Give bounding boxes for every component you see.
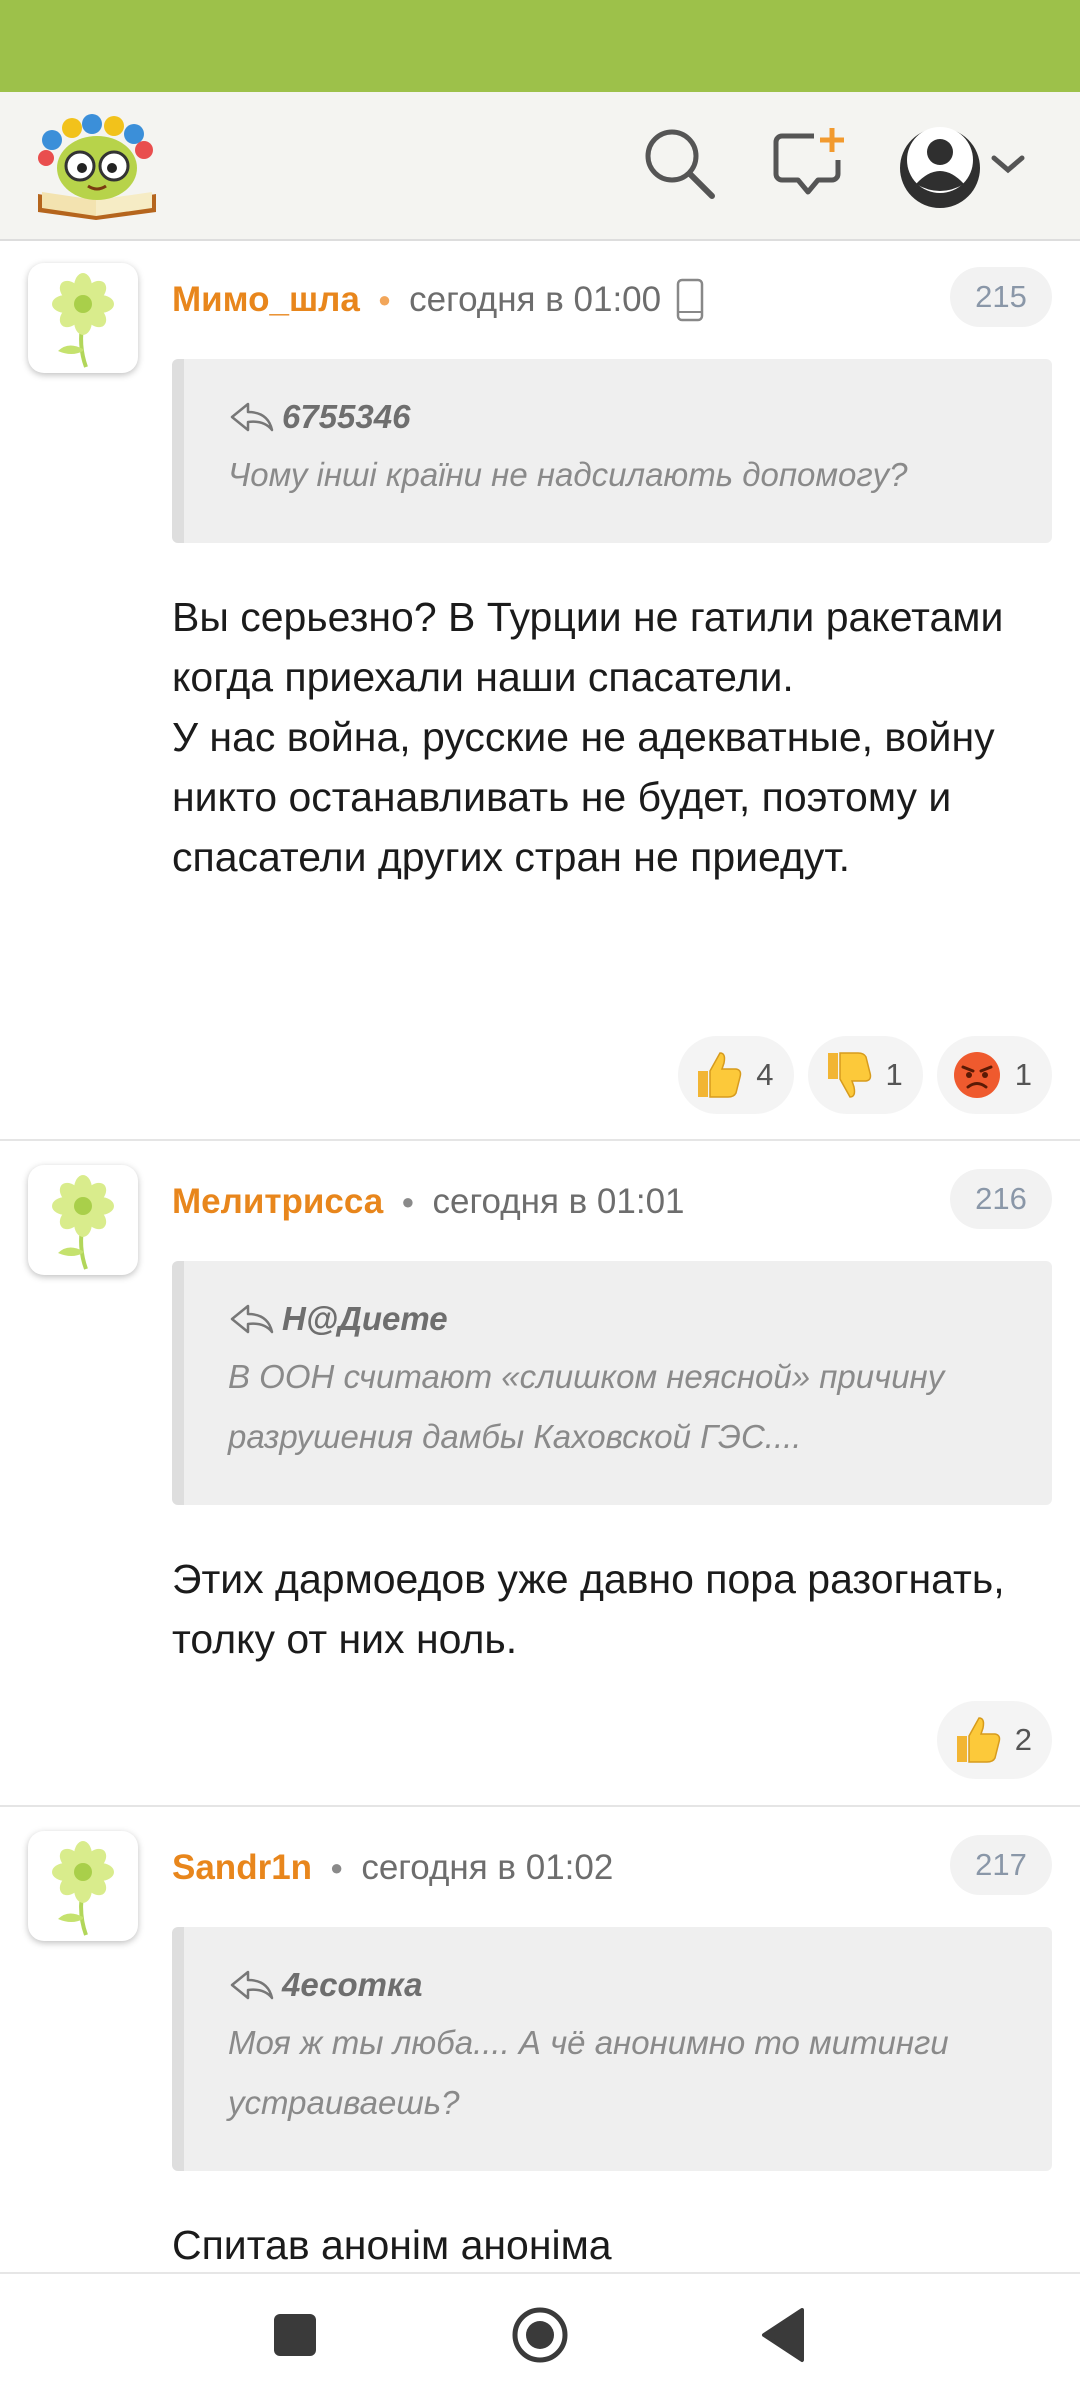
back-icon[interactable] (758, 2306, 808, 2364)
comment-216: Мелитрисса ● сегодня в 01:01 216 Н@Диете… (0, 1141, 1080, 1807)
flower-avatar-icon (52, 1175, 114, 1270)
comment-time: сегодня в 01:00 (409, 280, 662, 319)
add-comment-button[interactable] (770, 124, 850, 204)
separator-dot: ● (401, 1189, 415, 1214)
reactions: 2 (936, 1701, 1052, 1779)
flower-avatar-icon (52, 273, 114, 368)
search-button[interactable] (640, 124, 720, 204)
author-name[interactable]: Мелитрисса (172, 1182, 383, 1222)
quote-author: 4есотка (282, 1966, 423, 2003)
angry-face-icon (953, 1052, 1000, 1098)
comment-number[interactable]: 215 (950, 267, 1052, 327)
comment-text: Спитав анонім аноніма (172, 2222, 612, 2268)
reaction-angry[interactable]: 1 (936, 1036, 1052, 1114)
comment-215: Мимо_шла ● сегодня в 01:00 215 6755346 Ч… (0, 241, 1080, 1141)
comment-time: сегодня в 01:01 (432, 1182, 685, 1221)
comment-number[interactable]: 216 (950, 1169, 1052, 1229)
avatar[interactable] (28, 1165, 138, 1275)
comment-header: Sandr1n ● сегодня в 01:02 (172, 1843, 613, 1893)
flower-avatar-icon (52, 1841, 114, 1936)
quote-text: Моя ж ты люба.... А чё анонимно то митин… (228, 2024, 949, 2121)
chevron-down-icon (991, 155, 1025, 174)
avatar[interactable] (28, 263, 138, 373)
phone-icon (676, 278, 704, 322)
comment-217: Sandr1n ● сегодня в 01:02 217 4есотка Мо… (0, 1807, 1080, 2273)
quote-block[interactable]: 4есотка Моя ж ты люба.... А чё анонимно … (172, 1927, 1052, 2171)
reply-arrow-icon (230, 1970, 274, 2000)
author-name[interactable]: Sandr1n (172, 1848, 312, 1888)
comment-number[interactable]: 217 (950, 1835, 1052, 1895)
user-avatar-icon (900, 127, 980, 208)
system-nav-bar (0, 2272, 1080, 2402)
comment-header: Мелитрисса ● сегодня в 01:01 (172, 1177, 685, 1227)
logo[interactable] (34, 112, 160, 222)
reaction-count: 4 (756, 1057, 774, 1092)
status-bar (0, 0, 1080, 92)
online-dot: ● (377, 287, 392, 312)
thumbs-up-icon (956, 1717, 1000, 1763)
quote-block[interactable]: 6755346 Чому інші країни не надсилають д… (172, 359, 1052, 543)
quote-author: Н@Диете (282, 1300, 448, 1337)
reaction-count: 2 (1014, 1722, 1032, 1757)
reaction-count: 1 (1014, 1057, 1032, 1092)
add-comment-icon (773, 128, 844, 195)
search-icon (645, 129, 715, 199)
thumbs-up-icon (698, 1052, 742, 1098)
quote-author: 6755346 (282, 398, 411, 435)
home-icon[interactable] (511, 2306, 569, 2364)
comment-time: сегодня в 01:02 (361, 1848, 614, 1887)
reaction-thumbs-up[interactable]: 4 (678, 1036, 794, 1114)
quote-text: Чому інші країни не надсилають допомогу? (228, 456, 908, 493)
profile-menu-button[interactable] (898, 118, 1038, 218)
author-name[interactable]: Мимо_шла (172, 280, 360, 320)
avatar[interactable] (28, 1831, 138, 1941)
reaction-thumbs-up[interactable]: 2 (936, 1701, 1052, 1779)
reaction-thumbs-down[interactable]: 1 (807, 1036, 923, 1114)
reaction-count: 1 (885, 1057, 903, 1092)
separator-dot: ● (330, 1855, 344, 1880)
comment-text: Этих дармоедов уже давно пора разогнать,… (172, 1556, 1005, 1662)
reply-arrow-icon (230, 1304, 274, 1334)
top-bar (0, 92, 1080, 241)
comment-header: Мимо_шла ● сегодня в 01:00 (172, 275, 705, 325)
recent-apps-icon[interactable] (274, 2314, 316, 2356)
quote-text: В ООН считают «слишком неясной» причину … (228, 1358, 945, 1455)
comment-feed[interactable]: Мимо_шла ● сегодня в 01:00 215 6755346 Ч… (0, 241, 1080, 2273)
reply-arrow-icon (230, 402, 274, 432)
thumbs-down-icon (827, 1052, 871, 1098)
comment-text: Вы серьезно? В Турции не гатили ракетами… (172, 594, 1004, 880)
reactions: 4 1 1 (678, 1036, 1052, 1114)
quote-block[interactable]: Н@Диете В ООН считают «слишком неясной» … (172, 1261, 1052, 1505)
